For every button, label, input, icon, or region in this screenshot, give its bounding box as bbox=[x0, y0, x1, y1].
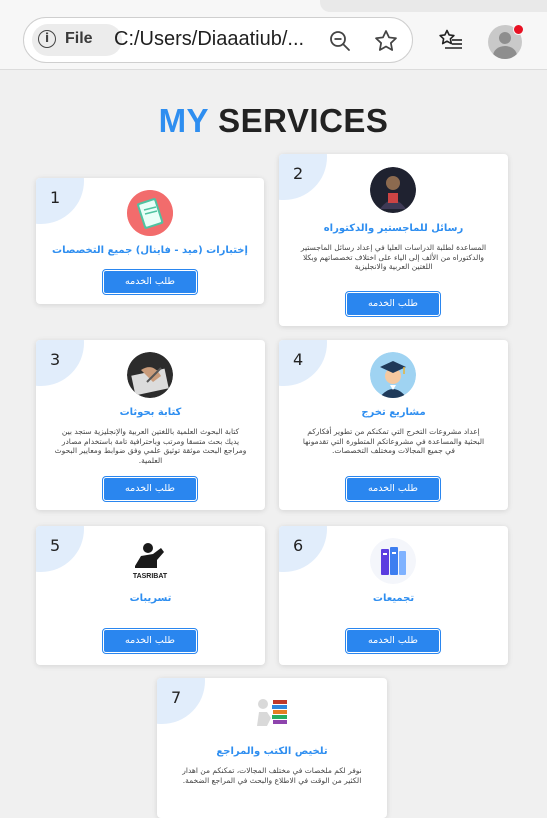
card-title: مشاريع تخرج bbox=[361, 407, 426, 418]
star-icon[interactable] bbox=[373, 28, 399, 54]
service-card-graduation-projects: 4 مشاريع تخرج إعداد مشروعات التخرج التي … bbox=[279, 340, 508, 510]
exam-book-icon bbox=[127, 190, 173, 236]
request-service-button[interactable]: طلب الخدمه bbox=[345, 476, 441, 502]
service-card-leaks: 5 TASRIBAT تسريبات طلب الخدمه bbox=[36, 526, 265, 665]
card-description: المساعدة لطلبة الدراسات العليا في إعداد … bbox=[300, 243, 487, 271]
request-service-button[interactable]: طلب الخدمه bbox=[345, 628, 441, 654]
address-bar[interactable]: i File C:/Users/Diaaatiub/... bbox=[23, 17, 413, 63]
card-description: إعداد مشروعات التخرج التي تمكنكم من تطوي… bbox=[302, 427, 485, 455]
card-number: 1 bbox=[50, 188, 61, 207]
notification-dot bbox=[513, 24, 524, 35]
request-service-button[interactable]: طلب الخدمه bbox=[345, 291, 441, 317]
site-info-button[interactable]: i File bbox=[32, 24, 122, 56]
card-title: كتابة بحوثات bbox=[119, 407, 182, 418]
request-service-button[interactable]: طلب الخدمه bbox=[102, 269, 198, 295]
avatar-head bbox=[499, 32, 511, 44]
card-number: 7 bbox=[171, 688, 182, 707]
logo-text: TASRIBAT bbox=[133, 573, 168, 580]
card-number: 5 bbox=[50, 536, 61, 555]
card-description: كتابة البحوث العلمية باللغتين العربية وا… bbox=[54, 427, 247, 465]
graduate-icon bbox=[370, 352, 416, 398]
info-icon: i bbox=[38, 30, 56, 48]
site-info-label: File bbox=[65, 30, 93, 47]
request-service-button[interactable]: طلب الخدمه bbox=[102, 476, 198, 502]
request-service-button[interactable]: طلب الخدمه bbox=[102, 628, 198, 654]
card-title: تسريبات bbox=[129, 593, 172, 604]
favorites-icon[interactable] bbox=[438, 28, 464, 52]
card-number: 4 bbox=[293, 350, 304, 369]
card-title: رسائل للماجستير والدكتوراه bbox=[323, 223, 464, 234]
service-card-research: 3 كتابة بحوثات كتابة البحوث العلمية بالل… bbox=[36, 340, 265, 510]
card-title: تلخيص الكتب والمراجع bbox=[216, 746, 328, 757]
title-rest: SERVICES bbox=[218, 102, 389, 139]
books-stack-icon bbox=[370, 538, 416, 584]
service-card-book-summaries: 7 تلخيص الكتب والمراجع نوفر لكم ملخصات ف… bbox=[157, 678, 387, 818]
card-number: 3 bbox=[50, 350, 61, 369]
reading-books-icon bbox=[249, 688, 295, 734]
card-number: 6 bbox=[293, 536, 304, 555]
avatar-body bbox=[493, 46, 517, 59]
zoom-out-icon[interactable] bbox=[328, 29, 352, 53]
tasribat-logo-icon: TASRIBAT bbox=[127, 538, 173, 584]
browser-toolbar: i File C:/Users/Diaaatiub/... bbox=[0, 0, 547, 70]
service-card-exams: 1 إختبارات (ميد - فاينال) جميع التخصصات … bbox=[36, 178, 264, 304]
card-number: 2 bbox=[293, 164, 304, 183]
service-card-collections: 6 تجميعات طلب الخدمه bbox=[279, 526, 508, 665]
card-title: إختبارات (ميد - فاينال) جميع التخصصات bbox=[52, 245, 248, 256]
thesis-icon bbox=[370, 167, 416, 213]
card-title: تجميعات bbox=[372, 593, 415, 604]
service-card-thesis: 2 رسائل للماجستير والدكتوراه المساعدة لط… bbox=[279, 154, 508, 326]
page-title: MY SERVICES bbox=[0, 102, 547, 140]
tab-strip bbox=[320, 0, 547, 12]
card-description: نوفر لكم ملخصات في مختلف المجالات، تمكنك… bbox=[182, 766, 362, 785]
url-text[interactable]: C:/Users/Diaaatiub/... bbox=[114, 28, 304, 51]
writing-icon bbox=[127, 352, 173, 398]
title-accent: MY bbox=[158, 102, 209, 139]
